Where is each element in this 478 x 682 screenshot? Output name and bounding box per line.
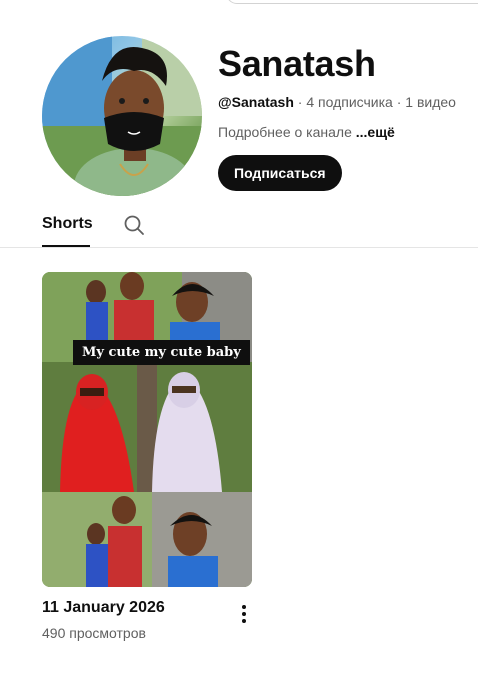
channel-tabs: Shorts <box>0 207 478 248</box>
subscribe-button[interactable]: Подписаться <box>218 155 342 191</box>
channel-stats: · 4 подписчика · 1 видео <box>293 94 456 110</box>
menu-dot <box>242 619 246 623</box>
channel-info: Sanatash @Sanatash · 4 подписчика · 1 ви… <box>218 36 456 196</box>
channel-description[interactable]: Подробнее о канале ...ещё <box>218 124 456 140</box>
tab-shorts[interactable]: Shorts <box>42 215 93 247</box>
channel-name: Sanatash <box>218 43 376 84</box>
search-bar-edge[interactable] <box>226 0 478 4</box>
short-caption: My cute my cute baby <box>73 340 250 365</box>
more-vert-icon[interactable] <box>232 602 256 626</box>
channel-avatar[interactable] <box>42 36 202 196</box>
channel-meta: @Sanatash · 4 подписчика · 1 видео <box>218 94 456 110</box>
channel-header: Sanatash @Sanatash · 4 подписчика · 1 ви… <box>42 36 478 196</box>
channel-handle: @Sanatash <box>218 94 294 110</box>
menu-dot <box>242 605 246 609</box>
short-title[interactable]: 11 January 2026 <box>42 599 252 617</box>
more-link[interactable]: ...ещё <box>356 124 395 140</box>
short-thumbnail[interactable]: My cute my cute baby <box>42 272 252 587</box>
short-card[interactable]: My cute my cute baby 11 January 2026 490… <box>42 272 252 641</box>
description-text: Подробнее о канале <box>218 124 352 140</box>
search-icon[interactable] <box>122 213 146 237</box>
menu-dot <box>242 612 246 616</box>
short-views: 490 просмотров <box>42 625 146 641</box>
